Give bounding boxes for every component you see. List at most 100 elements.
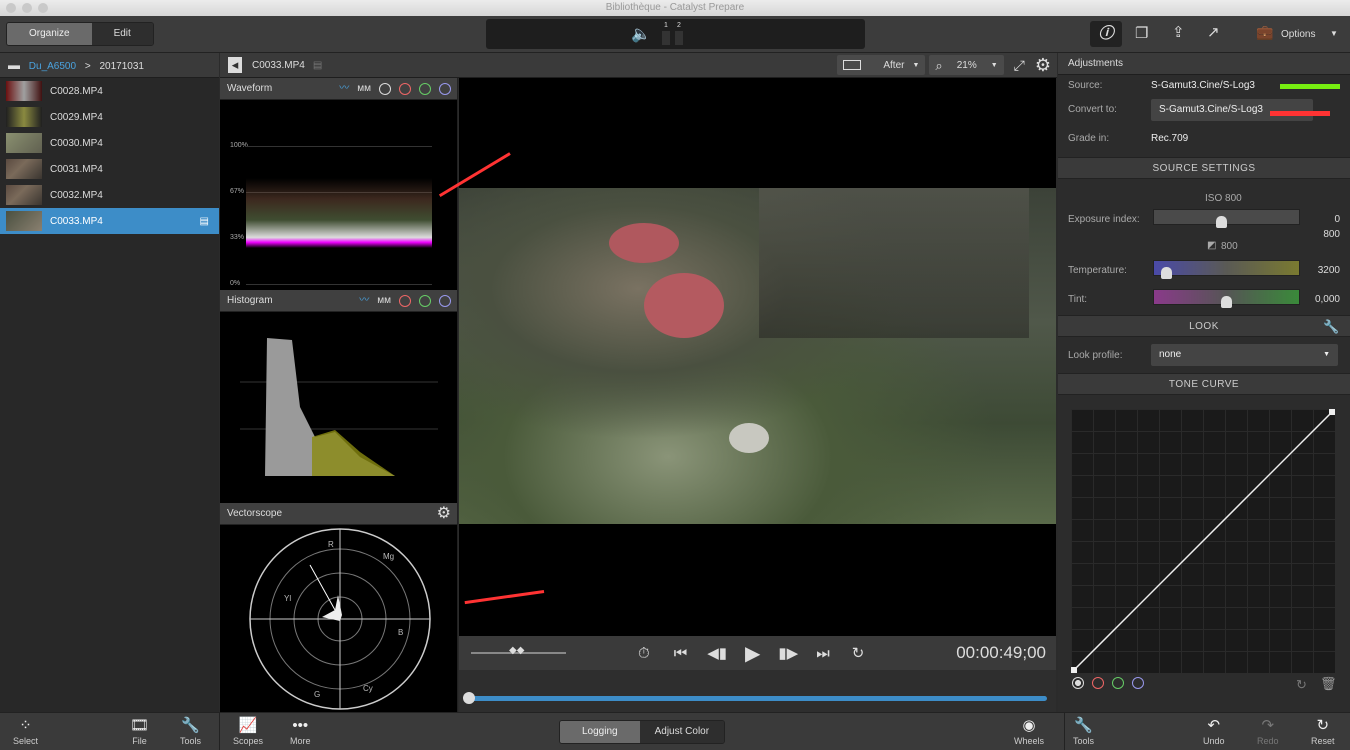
waveform-overlay-icon[interactable]: 〰 xyxy=(339,78,349,100)
timer-icon[interactable]: ⏱ xyxy=(638,645,650,662)
red-channel-icon[interactable] xyxy=(1092,677,1104,689)
chevron-down-icon: ▼ xyxy=(1330,29,1338,38)
video-viewer[interactable] xyxy=(459,78,1056,636)
histogram-overlay-icon[interactable]: 〰 xyxy=(359,290,369,312)
look-profile-select[interactable]: none ▼ xyxy=(1151,344,1338,366)
briefcase-icon: 💼 xyxy=(1256,24,1274,40)
compare-mode-select[interactable]: After ▼ xyxy=(837,55,926,75)
reset-button[interactable]: ↻ Reset xyxy=(1311,716,1335,746)
more-icon: ••• xyxy=(292,717,309,734)
tools-button-right[interactable]: 🔧 Tools xyxy=(1073,716,1094,746)
share-icon[interactable]: ↗ xyxy=(1207,23,1220,41)
zoom-button[interactable] xyxy=(38,3,48,13)
file-item[interactable]: C0029.MP4 xyxy=(0,104,219,130)
green-channel-icon[interactable] xyxy=(1112,677,1124,689)
play-icon[interactable]: ▶ xyxy=(745,641,760,666)
timecode: 00:00:49;00 xyxy=(956,643,1046,662)
transport-bar: ◆◆ ⏱ ⏮ ◀▮ ▶ ▮▶ ⏭ ↻ 00:00:49;00 xyxy=(459,636,1056,670)
breadcrumb-sub[interactable]: 20171031 xyxy=(99,61,144,72)
convert-label: Convert to: xyxy=(1068,104,1117,115)
green-channel-icon[interactable] xyxy=(419,82,431,95)
label: Tools xyxy=(1073,736,1095,746)
file-name: C0029.MP4 xyxy=(50,111,103,123)
timeline-track[interactable] xyxy=(467,696,1047,701)
tick-label: 67% xyxy=(230,188,245,195)
undo-button[interactable]: ↶ Undo xyxy=(1203,716,1225,746)
edit-tab[interactable]: Edit xyxy=(91,23,153,45)
temperature-label: Temperature: xyxy=(1068,265,1127,276)
label: Undo xyxy=(1203,736,1225,746)
step-forward-icon[interactable]: ▮▶ xyxy=(778,644,798,662)
luma-channel-icon[interactable] xyxy=(379,82,391,95)
metadata-icon[interactable]: ▤ xyxy=(313,53,322,78)
red-channel-icon[interactable] xyxy=(399,82,411,95)
scope-icon: 📈 xyxy=(238,717,258,734)
exposure-slider[interactable] xyxy=(1153,209,1300,228)
wrench-icon: 🔧 xyxy=(181,717,200,734)
blue-channel-icon[interactable] xyxy=(439,294,451,307)
logging-tab[interactable]: Logging xyxy=(560,721,640,743)
convert-to-select[interactable]: S-Gamut3.Cine/S-Log3 xyxy=(1151,98,1313,121)
redo-button[interactable]: ↷ Redo xyxy=(1257,716,1279,746)
select-button[interactable]: ⁘ Select xyxy=(13,716,38,746)
label: File xyxy=(132,736,147,746)
label: Select xyxy=(13,736,39,746)
minimize-button[interactable] xyxy=(22,3,32,13)
file-item[interactable]: C0031.MP4 xyxy=(0,156,219,182)
audio-meter-panel: 🔈 1 2 xyxy=(486,19,865,49)
sidebar-toggle-icon[interactable]: ◂ xyxy=(228,57,242,73)
scopes-button[interactable]: 📈 Scopes xyxy=(233,716,263,746)
waveform-parade-icon[interactable]: ᴍᴍ xyxy=(357,78,371,100)
wrench-icon: 🔧 xyxy=(1074,717,1093,734)
file-item[interactable]: C0032.MP4 xyxy=(0,182,219,208)
jog-slider[interactable]: ◆◆ xyxy=(471,645,566,656)
vectorscope-header: Vectorscope ⚙ xyxy=(220,503,457,525)
file-item[interactable]: C0030.MP4 xyxy=(0,130,219,156)
gear-icon[interactable]: ⚙ xyxy=(437,503,451,525)
reset-curve-icon[interactable]: ↻ xyxy=(1296,677,1307,693)
luma-channel-icon[interactable] xyxy=(1072,677,1084,689)
blue-channel-icon[interactable] xyxy=(1132,677,1144,689)
vector-label: B xyxy=(398,628,403,637)
blue-channel-icon[interactable] xyxy=(439,82,451,95)
adjust-color-tab[interactable]: Adjust Color xyxy=(639,721,725,743)
green-channel-icon[interactable] xyxy=(419,294,431,307)
tools-button[interactable]: 🔧 Tools xyxy=(180,716,201,746)
file-button[interactable]: 🎞 File xyxy=(130,716,149,746)
gear-icon[interactable]: ⚙ xyxy=(1035,53,1051,78)
go-to-end-icon[interactable]: ⏭ xyxy=(816,645,830,662)
wheels-button[interactable]: ◉ Wheels xyxy=(1014,716,1044,746)
tone-curve-editor[interactable] xyxy=(1071,409,1335,673)
wrench-icon[interactable]: 🔧 xyxy=(1323,316,1340,338)
info-icon[interactable]: ⓘ xyxy=(1090,21,1122,47)
exposure-iso-value: 800 xyxy=(1323,229,1340,240)
metadata-icon[interactable]: ▤ xyxy=(200,216,209,227)
histogram-parade-icon[interactable]: ᴍᴍ xyxy=(377,290,391,312)
vector-label: Mg xyxy=(383,552,394,561)
playhead[interactable] xyxy=(463,692,475,704)
loop-icon[interactable]: ↻ xyxy=(852,644,865,662)
scrubber[interactable] xyxy=(459,670,1056,712)
options-menu[interactable]: Options xyxy=(1281,29,1315,40)
step-back-icon[interactable]: ◀▮ xyxy=(707,644,727,662)
go-to-start-icon[interactable]: ⏮ xyxy=(674,645,688,662)
temperature-slider[interactable] xyxy=(1153,260,1300,279)
tint-slider[interactable] xyxy=(1153,289,1300,308)
more-button[interactable]: ••• More xyxy=(290,716,311,746)
export-icon[interactable]: ⇪ xyxy=(1172,23,1185,41)
speaker-icon[interactable]: 🔈 xyxy=(631,24,651,44)
zoom-select[interactable]: ⌕ 21% ▼ xyxy=(929,55,1004,75)
file-item[interactable]: C0028.MP4 xyxy=(0,78,219,104)
trash-icon[interactable]: 🗑 xyxy=(1320,676,1337,692)
fullscreen-icon[interactable]: ⤢ xyxy=(1014,53,1025,78)
organize-tab[interactable]: Organize xyxy=(7,23,92,45)
copy-icon[interactable]: ❐ xyxy=(1135,24,1148,42)
file-name: C0033.MP4 xyxy=(50,215,103,227)
breadcrumb-folder[interactable]: Du_A6500 xyxy=(29,61,76,72)
exposure-label: Exposure index: xyxy=(1068,214,1140,225)
close-button[interactable] xyxy=(6,3,16,13)
adjustments-panel: Adjustments Source: S-Gamut3.Cine/S-Log3 … xyxy=(1058,53,1350,712)
breadcrumb: ▬ Du_A6500 > 20171031 xyxy=(0,53,219,78)
file-item-selected[interactable]: C0033.MP4 ▤ xyxy=(0,208,219,234)
red-channel-icon[interactable] xyxy=(399,294,411,307)
